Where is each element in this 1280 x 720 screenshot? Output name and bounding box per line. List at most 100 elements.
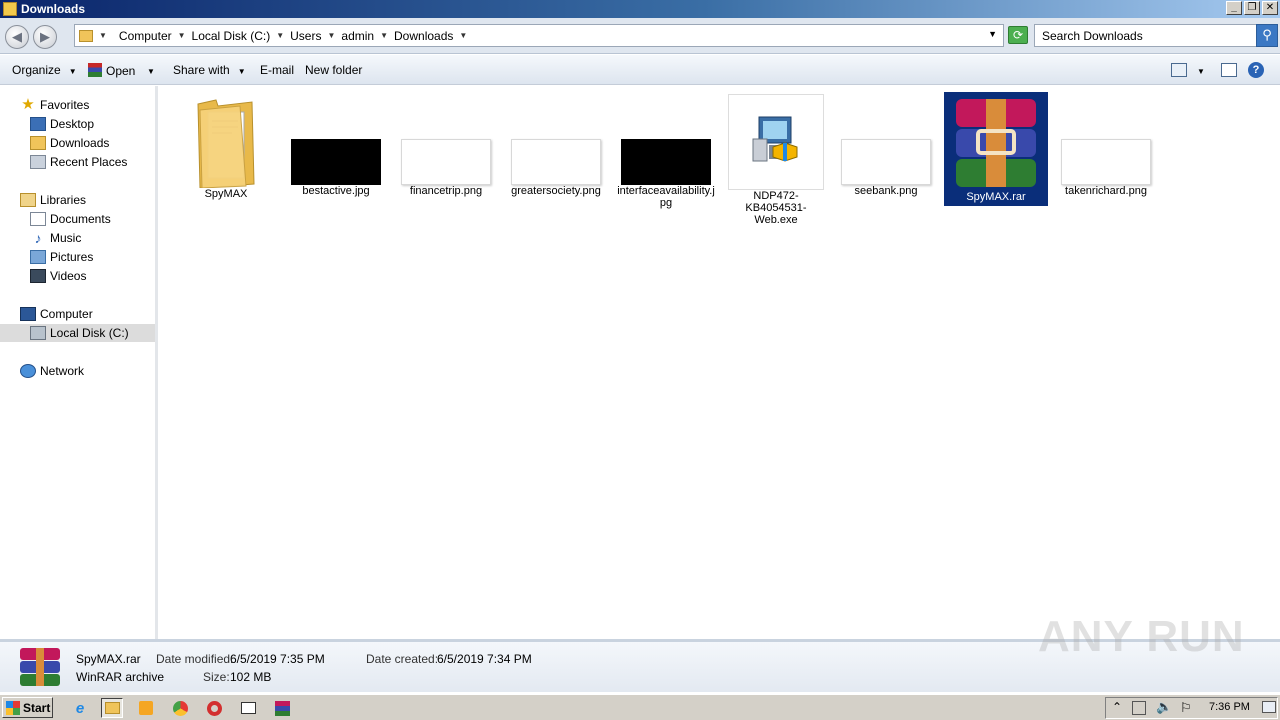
nav-pictures[interactable]: Pictures	[30, 248, 93, 266]
breadcrumb-local-disk[interactable]: Local Disk (C:) ▼	[192, 29, 285, 43]
file-list: SpyMAX bestactive.jpg financetrip.png gr…	[160, 86, 1280, 639]
file-name: financetrip.png	[409, 185, 483, 197]
image-thumbnail	[1061, 139, 1151, 185]
image-thumbnail	[291, 139, 381, 185]
ie-icon[interactable]: e	[69, 698, 91, 718]
winrar-icon[interactable]	[271, 698, 293, 718]
change-view-icon[interactable]	[1171, 63, 1187, 77]
flag-icon[interactable]: ⚐	[1180, 700, 1192, 716]
file-name: SpyMAX.rar	[966, 191, 1026, 203]
folder-icon	[79, 29, 93, 42]
breadcrumb-computer[interactable]: Computer ▼	[119, 29, 186, 43]
close-button[interactable]: ✕	[1262, 1, 1278, 15]
breadcrumb-admin[interactable]: admin ▼	[341, 29, 388, 43]
image-thumbnail	[401, 139, 491, 185]
organize-button[interactable]: Organize ▼	[12, 63, 77, 77]
breadcrumb-users[interactable]: Users ▼	[290, 29, 335, 43]
media-player-icon[interactable]	[135, 698, 157, 718]
address-bar[interactable]: ▼ Computer ▼ Local Disk (C:) ▼ Users ▼ admi…	[74, 24, 1004, 47]
details-file-type: WinRAR archive	[76, 670, 165, 684]
window-title: Downloads	[21, 2, 86, 16]
image-thumbnail	[511, 139, 601, 185]
new-folder-button[interactable]: New folder	[305, 63, 362, 77]
file-item[interactable]: interfaceavailability.jpg	[614, 92, 718, 212]
file-name: greatersociety.png	[511, 185, 601, 197]
file-item[interactable]: bestactive.jpg	[284, 92, 388, 200]
image-thumbnail	[841, 139, 931, 185]
taskbar-clock[interactable]: 7:36 PM	[1209, 701, 1250, 713]
chevron-down-icon[interactable]: ▼	[99, 31, 107, 40]
open-dropdown-icon[interactable]: ▼	[147, 63, 155, 77]
refresh-button[interactable]: ⟳	[1008, 26, 1028, 44]
search-input[interactable]: Search Downloads	[1034, 24, 1258, 47]
nav-favorites[interactable]: ★ Favorites	[20, 96, 89, 114]
file-name: NDP472-KB4054531-Web.exe	[745, 190, 807, 226]
restore-button[interactable]: ❐	[1244, 1, 1260, 15]
size-label: Size:	[203, 670, 230, 684]
nav-music[interactable]: ♪ Music	[30, 229, 82, 247]
network-tray-icon[interactable]	[1132, 701, 1146, 715]
show-hidden-icons-icon[interactable]: ⌃	[1112, 700, 1122, 714]
preview-pane-icon[interactable]	[1221, 63, 1237, 77]
star-icon: ★	[21, 96, 35, 113]
nav-libraries[interactable]: Libraries	[20, 191, 86, 209]
nav-recent-places[interactable]: Recent Places	[30, 153, 127, 171]
network-icon	[20, 364, 36, 378]
winrar-icon	[18, 647, 62, 687]
file-item[interactable]: SpyMAX.rar	[944, 92, 1048, 206]
recent-places-icon	[30, 155, 46, 169]
date-modified-label: Date modified:	[156, 652, 234, 666]
open-button[interactable]: Open	[88, 63, 135, 78]
chrome-icon[interactable]	[169, 698, 191, 718]
music-icon: ♪	[34, 230, 42, 246]
file-name: SpyMAX	[204, 188, 248, 200]
anyrun-watermark: ANY RUN	[1038, 612, 1245, 661]
help-icon[interactable]: ?	[1248, 62, 1264, 78]
address-dropdown-icon[interactable]: ▼	[988, 29, 997, 39]
file-name: takenrichard.png	[1065, 185, 1147, 197]
file-item[interactable]: seebank.png	[834, 92, 938, 200]
file-item[interactable]: takenrichard.png	[1054, 92, 1158, 200]
file-item[interactable]: SpyMAX	[174, 92, 278, 203]
nav-videos[interactable]: Videos	[30, 267, 86, 285]
show-desktop-icon[interactable]	[1262, 701, 1276, 713]
opera-icon[interactable]	[203, 698, 225, 718]
nav-downloads[interactable]: Downloads	[30, 134, 109, 152]
date-created-label: Date created:	[366, 652, 439, 666]
search-icon[interactable]: ⚲	[1256, 24, 1278, 47]
breadcrumb-downloads[interactable]: Downloads ▼	[394, 29, 467, 43]
navigation-pane: ★ Favorites Desktop Downloads Recent Plac…	[0, 86, 158, 639]
file-name: bestactive.jpg	[302, 185, 370, 197]
share-with-button[interactable]: Share with ▼	[173, 63, 246, 77]
nav-local-disk[interactable]: Local Disk (C:)	[0, 324, 155, 342]
documents-icon	[30, 212, 46, 226]
volume-icon[interactable]: 🔈	[1156, 699, 1172, 715]
minimize-button[interactable]: _	[1226, 1, 1242, 15]
file-name: seebank.png	[854, 185, 918, 197]
folder-icon	[194, 96, 258, 189]
file-item[interactable]: greatersociety.png	[504, 92, 608, 200]
taskbar: Start e ⌃ 🔈 ⚐ 7:36 PM	[0, 694, 1280, 720]
start-button[interactable]: Start	[2, 697, 53, 718]
pictures-icon	[30, 250, 46, 264]
remote-desktop-icon[interactable]	[237, 698, 259, 718]
view-dropdown-icon[interactable]: ▼	[1197, 63, 1205, 77]
file-item[interactable]: NDP472-KB4054531-Web.exe	[724, 92, 828, 229]
window-titlebar[interactable]: Downloads _ ❐ ✕	[0, 0, 1280, 18]
file-item[interactable]: financetrip.png	[394, 92, 498, 200]
nav-desktop[interactable]: Desktop	[30, 115, 94, 133]
email-button[interactable]: E-mail	[260, 63, 294, 77]
nav-network[interactable]: Network	[20, 362, 84, 380]
nav-computer[interactable]: Computer	[20, 305, 93, 323]
winrar-icon	[948, 95, 1044, 191]
windows-logo-icon	[6, 700, 20, 715]
back-button[interactable]: ◀	[5, 25, 29, 49]
videos-icon	[30, 269, 46, 283]
explorer-icon[interactable]	[101, 698, 123, 718]
forward-button[interactable]: ▶	[33, 25, 57, 49]
file-name: interfaceavailability.jpg	[617, 185, 715, 209]
downloads-icon	[30, 136, 46, 150]
date-created-value: 6/5/2019 7:34 PM	[437, 652, 532, 666]
nav-documents[interactable]: Documents	[30, 210, 111, 228]
desktop-icon	[30, 117, 46, 131]
